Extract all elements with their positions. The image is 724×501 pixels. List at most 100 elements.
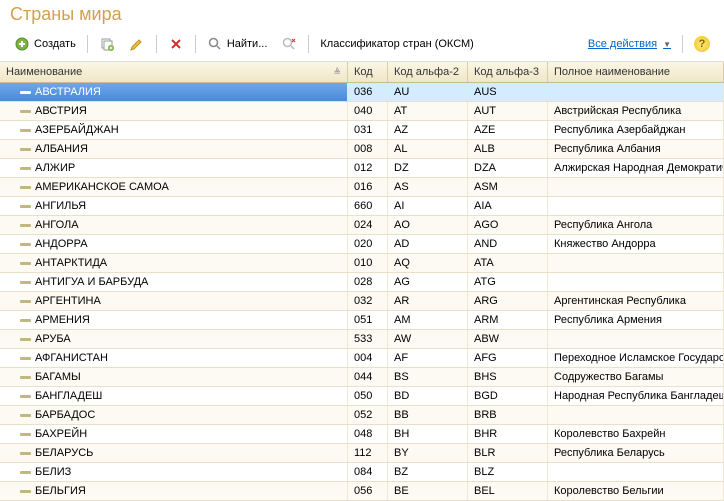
cell-alpha3: BHR — [468, 425, 548, 443]
col-header-full[interactable]: Полное наименование — [548, 62, 724, 82]
cell-name: АНТАРКТИДА — [0, 254, 348, 272]
table-row[interactable]: АВСТРАЛИЯ036AUAUS — [0, 83, 724, 102]
cell-alpha2: AI — [388, 197, 468, 215]
cell-full: Королевство Бахрейн — [548, 425, 724, 443]
chevron-down-icon: ▼ — [663, 40, 671, 49]
item-icon — [20, 241, 31, 248]
item-icon — [20, 355, 31, 362]
cell-alpha2: BS — [388, 368, 468, 386]
table-row[interactable]: АНГИЛЬЯ660AIAIA — [0, 197, 724, 216]
cell-name: АРМЕНИЯ — [0, 311, 348, 329]
edit-button[interactable] — [123, 33, 151, 55]
cell-full: Республика Ангола — [548, 216, 724, 234]
classifier-button[interactable]: Классификатор стран (ОКСМ) — [314, 35, 479, 53]
item-icon — [20, 374, 31, 381]
cell-code: 012 — [348, 159, 388, 177]
toolbar-sep — [87, 35, 88, 53]
delete-icon — [168, 36, 184, 52]
toolbar: Создать Найти... Классификатор стран (ОК… — [0, 31, 724, 62]
cell-full: Аргентинская Республика — [548, 292, 724, 310]
cell-alpha2: AF — [388, 349, 468, 367]
cell-full — [548, 406, 724, 424]
copy-button[interactable] — [93, 33, 121, 55]
cell-code: 024 — [348, 216, 388, 234]
table-row[interactable]: АЗЕРБАЙДЖАН031AZAZEРеспублика Азербайджа… — [0, 121, 724, 140]
cell-code: 048 — [348, 425, 388, 443]
toolbar-sep — [682, 35, 683, 53]
cell-alpha3: AFG — [468, 349, 548, 367]
all-actions-button[interactable]: Все действия ▼ — [582, 35, 677, 53]
cell-full: Республика Албания — [548, 140, 724, 158]
sort-asc-icon: ≜ — [333, 67, 341, 78]
col-header-code[interactable]: Код — [348, 62, 388, 82]
cell-alpha2: BZ — [388, 463, 468, 481]
table-row[interactable]: БЕЛАРУСЬ112BYBLRРеспублика Беларусь — [0, 444, 724, 463]
create-button[interactable]: Создать — [8, 33, 82, 55]
table-row[interactable]: АНТАРКТИДА010AQATA — [0, 254, 724, 273]
cell-name: АЛБАНИЯ — [0, 140, 348, 158]
cell-full — [548, 273, 724, 291]
item-icon — [20, 336, 31, 343]
table-row[interactable]: БАХРЕЙН048BHBHRКоролевство Бахрейн — [0, 425, 724, 444]
cell-name: АВСТРАЛИЯ — [0, 83, 348, 101]
table-row[interactable]: АЛБАНИЯ008ALALBРеспублика Албания — [0, 140, 724, 159]
table-row[interactable]: АВСТРИЯ040ATAUTАвстрийская Республика — [0, 102, 724, 121]
cell-code: 010 — [348, 254, 388, 272]
cell-alpha3: AGO — [468, 216, 548, 234]
cell-name: АЛЖИР — [0, 159, 348, 177]
create-label: Создать — [34, 38, 76, 50]
table-body: АВСТРАЛИЯ036AUAUSАВСТРИЯ040ATAUTАвстрийс… — [0, 83, 724, 501]
table-row[interactable]: АНДОРРА020ADANDКняжество Андорра — [0, 235, 724, 254]
cell-name: БАГАМЫ — [0, 368, 348, 386]
cell-name: АНГОЛА — [0, 216, 348, 234]
col-header-alpha2[interactable]: Код альфа-2 — [388, 62, 468, 82]
table-row[interactable]: АЛЖИР012DZDZAАлжирская Народная Демократ… — [0, 159, 724, 178]
cell-code: 044 — [348, 368, 388, 386]
cell-name: БЕЛИЗ — [0, 463, 348, 481]
cell-full: Республика Армения — [548, 311, 724, 329]
delete-button[interactable] — [162, 33, 190, 55]
cell-full: Алжирская Народная Демократич — [548, 159, 724, 177]
table-row[interactable]: БАГАМЫ044BSBHSСодружество Багамы — [0, 368, 724, 387]
help-button[interactable]: ? — [688, 33, 716, 55]
item-icon — [20, 203, 31, 210]
table-row[interactable]: АНТИГУА И БАРБУДА028AGATG — [0, 273, 724, 292]
cell-alpha2: AO — [388, 216, 468, 234]
cell-code: 008 — [348, 140, 388, 158]
cell-alpha2: AS — [388, 178, 468, 196]
cell-name: БАРБАДОС — [0, 406, 348, 424]
find-button[interactable]: Найти... — [201, 33, 274, 55]
cell-alpha2: BB — [388, 406, 468, 424]
cell-alpha3: BLR — [468, 444, 548, 462]
table-row[interactable]: БАНГЛАДЕШ050BDBGDНародная Республика Бан… — [0, 387, 724, 406]
cell-full: Княжество Андорра — [548, 235, 724, 253]
table-row[interactable]: АМЕРИКАНСКОЕ САМОА016ASASM — [0, 178, 724, 197]
cell-full — [548, 463, 724, 481]
cell-alpha3: DZA — [468, 159, 548, 177]
cell-name: АНТИГУА И БАРБУДА — [0, 273, 348, 291]
table-row[interactable]: АФГАНИСТАН004AFAFGПереходное Исламское Г… — [0, 349, 724, 368]
cell-full — [548, 254, 724, 272]
table-row[interactable]: БЕЛЬГИЯ056BEBELКоролевство Бельгии — [0, 482, 724, 501]
clear-find-button[interactable] — [275, 33, 303, 55]
col-header-alpha3[interactable]: Код альфа-3 — [468, 62, 548, 82]
cell-name: АНГИЛЬЯ — [0, 197, 348, 215]
item-icon — [20, 431, 31, 438]
cell-code: 020 — [348, 235, 388, 253]
col-header-name[interactable]: Наименование≜ — [0, 62, 348, 82]
table-row[interactable]: БЕЛИЗ084BZBLZ — [0, 463, 724, 482]
edit-icon — [129, 36, 145, 52]
table-row[interactable]: АРУБА533AWABW — [0, 330, 724, 349]
item-icon — [20, 298, 31, 305]
create-icon — [14, 36, 30, 52]
table-row[interactable]: АРМЕНИЯ051AMARMРеспублика Армения — [0, 311, 724, 330]
cell-alpha2: AG — [388, 273, 468, 291]
cell-name: БАХРЕЙН — [0, 425, 348, 443]
cell-alpha3: AUS — [468, 83, 548, 101]
cell-alpha2: AQ — [388, 254, 468, 272]
table-row[interactable]: АРГЕНТИНА032ARARGАргентинская Республика — [0, 292, 724, 311]
table-row[interactable]: БАРБАДОС052BBBRB — [0, 406, 724, 425]
table-row[interactable]: АНГОЛА024AOAGOРеспублика Ангола — [0, 216, 724, 235]
cell-alpha3: BGD — [468, 387, 548, 405]
cell-alpha3: AND — [468, 235, 548, 253]
